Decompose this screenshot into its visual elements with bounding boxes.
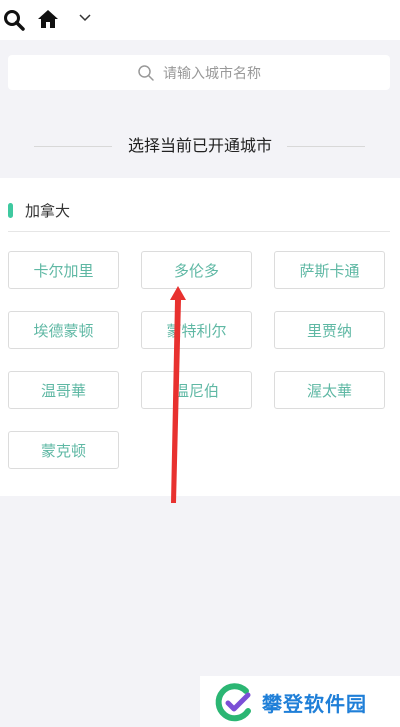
city-button[interactable]: 萨斯卡通	[274, 251, 385, 289]
divider-line	[287, 146, 365, 147]
city-button[interactable]: 里贾纳	[274, 311, 385, 349]
section-header: 选择当前已开通城市	[0, 128, 400, 160]
search-icon	[138, 64, 154, 81]
city-button[interactable]: 蒙克顿	[8, 431, 119, 469]
search-icon[interactable]	[3, 9, 25, 31]
country-name: 加拿大	[25, 202, 71, 220]
country-accent-bar	[8, 203, 13, 218]
city-button[interactable]: 卡尔加里	[8, 251, 119, 289]
city-button[interactable]: 温尼伯	[141, 371, 252, 409]
watermark-text: 攀登软件园	[262, 692, 367, 716]
watermark: 攀登软件园	[200, 676, 400, 727]
brand-logo-icon	[215, 683, 251, 722]
city-button[interactable]: 多伦多	[141, 251, 252, 289]
chevron-down-icon[interactable]	[79, 13, 91, 23]
divider	[8, 231, 390, 232]
search-input[interactable]: 请输入城市名称	[8, 55, 390, 90]
section-title: 选择当前已开通城市	[127, 136, 272, 155]
home-icon[interactable]	[37, 9, 59, 29]
country-card: 加拿大 卡尔加里 多伦多 萨斯卡通 埃德蒙顿 蒙特利尔 里贾纳 温哥華 温尼伯 …	[0, 178, 400, 496]
city-button[interactable]: 渥太華	[274, 371, 385, 409]
country-header: 加拿大	[0, 200, 400, 220]
search-placeholder: 请输入城市名称	[163, 65, 261, 82]
top-bar	[0, 0, 400, 40]
city-button[interactable]: 温哥華	[8, 371, 119, 409]
city-button[interactable]: 埃德蒙顿	[8, 311, 119, 349]
city-button[interactable]: 蒙特利尔	[141, 311, 252, 349]
